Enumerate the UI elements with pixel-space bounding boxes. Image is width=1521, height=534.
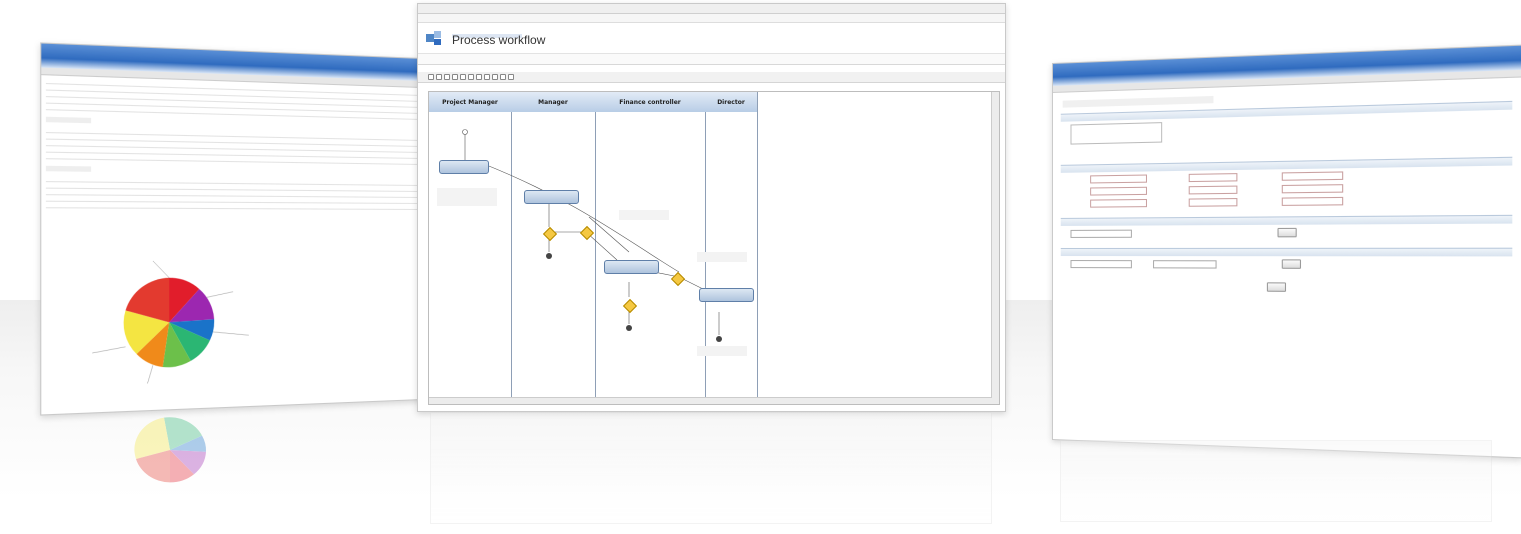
left-dashboard-window xyxy=(40,42,422,415)
form-section-3 xyxy=(1061,215,1513,245)
form-field-3[interactable] xyxy=(1281,171,1342,180)
tab-bar xyxy=(418,54,1005,65)
pie-chart xyxy=(41,249,419,414)
shape-icon[interactable] xyxy=(484,74,490,80)
form-field-5[interactable] xyxy=(1189,186,1238,195)
form-section-1 xyxy=(1061,101,1513,162)
form-section-4 xyxy=(1061,248,1513,278)
workflow-node-director-validate[interactable] xyxy=(699,288,754,302)
center-window-reflection xyxy=(430,412,992,524)
diagram-subbar xyxy=(418,65,1005,72)
redo-icon[interactable] xyxy=(460,74,466,80)
left-section-heading xyxy=(46,117,91,124)
end-node-icon xyxy=(626,325,632,331)
annotation-director xyxy=(697,252,747,262)
form-textarea[interactable] xyxy=(1071,122,1163,144)
print-icon[interactable] xyxy=(436,74,442,80)
diagram-horizontal-scrollbar[interactable] xyxy=(429,397,992,404)
window-menubar xyxy=(418,14,1005,23)
right-form-window xyxy=(1052,45,1521,459)
zoom-icon[interactable] xyxy=(444,74,450,80)
diagram-toolbar xyxy=(418,72,1005,83)
pie-chart-reflection xyxy=(110,410,310,500)
window-titlebar xyxy=(418,4,1005,14)
form-section-2 xyxy=(1061,157,1513,215)
form-title xyxy=(1063,96,1214,108)
right-window-reflection xyxy=(1060,440,1492,522)
connector-icon[interactable] xyxy=(476,74,482,80)
workflow-node-finance-validate[interactable] xyxy=(604,260,659,274)
end-node-icon xyxy=(546,253,552,259)
form-submit-button[interactable] xyxy=(1267,282,1286,292)
arrow-icon[interactable] xyxy=(468,74,474,80)
save-icon[interactable] xyxy=(428,74,434,80)
page-header: Process workflow xyxy=(418,23,1005,54)
undo-icon[interactable] xyxy=(452,74,458,80)
start-node-icon xyxy=(463,130,468,135)
annotation-project-manager xyxy=(437,188,497,206)
app-logo-icon xyxy=(424,28,444,48)
form-field-9[interactable] xyxy=(1281,197,1342,206)
form-field-1[interactable] xyxy=(1090,175,1147,184)
form-field-7[interactable] xyxy=(1090,199,1147,208)
left-section-heading-2 xyxy=(46,166,91,172)
workflow-diagram: Project Manager Manager Finance controll… xyxy=(428,91,1000,405)
process-workflow-window: Process workflow Project Manager Manager… xyxy=(417,3,1006,412)
annotation-end xyxy=(697,346,747,356)
workflow-node-initiate[interactable] xyxy=(439,160,489,174)
image-icon[interactable] xyxy=(508,74,514,80)
link-icon[interactable] xyxy=(500,74,506,80)
form-select-1[interactable] xyxy=(1071,230,1132,238)
workflow-node-manager-validate[interactable] xyxy=(524,190,579,204)
diagram-vertical-scrollbar[interactable] xyxy=(991,92,999,404)
page-title: Process workflow xyxy=(452,38,545,43)
form-field-6[interactable] xyxy=(1281,184,1342,193)
text-icon[interactable] xyxy=(492,74,498,80)
form-field-2[interactable] xyxy=(1189,173,1238,182)
annotation-finance xyxy=(619,210,669,220)
form-field-8[interactable] xyxy=(1189,198,1238,207)
form-select-3[interactable] xyxy=(1153,260,1217,268)
form-add-button-2[interactable] xyxy=(1281,259,1300,268)
end-node-icon xyxy=(716,336,722,342)
form-select-2[interactable] xyxy=(1071,260,1132,268)
form-field-4[interactable] xyxy=(1090,187,1147,196)
form-add-button-1[interactable] xyxy=(1278,228,1297,238)
